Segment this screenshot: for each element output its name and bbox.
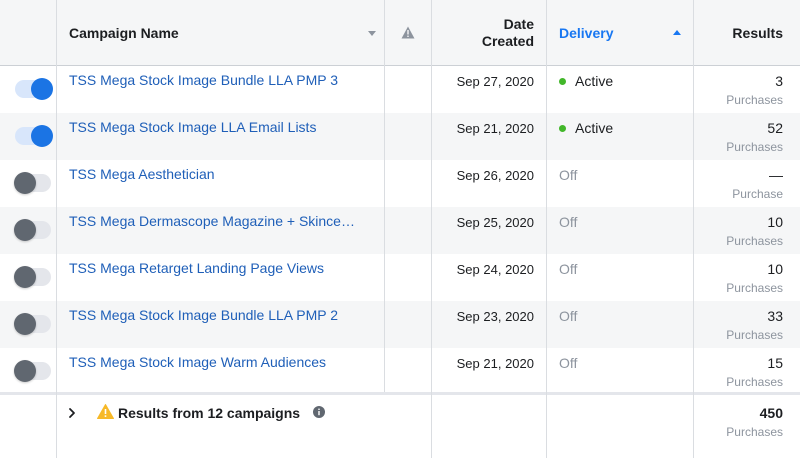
table-row[interactable]: TSS Mega Stock Image LLA Email Lists Sep… xyxy=(0,113,800,160)
table-row[interactable]: TSS Mega Stock Image Bundle LLA PMP 3 Se… xyxy=(0,66,800,113)
campaign-name-link[interactable]: TSS Mega Aesthetician xyxy=(69,166,215,182)
campaigns-table: Campaign Name Date Created Delivery Resu… xyxy=(0,0,800,458)
date-created: Sep 27, 2020 xyxy=(456,74,534,89)
date-created: Sep 21, 2020 xyxy=(456,121,534,136)
chevron-right-icon[interactable] xyxy=(66,407,78,419)
delivery-status: Off xyxy=(559,308,578,324)
delivery-status: Off xyxy=(559,214,578,230)
campaign-toggle[interactable] xyxy=(14,172,51,194)
date-created: Sep 23, 2020 xyxy=(456,309,534,324)
result-unit: Purchases xyxy=(726,328,783,342)
summary-row: Results from 12 campaigns 450 Purchases xyxy=(0,392,800,458)
campaign-toggle[interactable] xyxy=(14,219,51,241)
result-value: 52 xyxy=(767,120,783,136)
table-row[interactable]: TSS Mega Aesthetician Sep 26, 2020 Off —… xyxy=(0,160,800,207)
table-row[interactable]: TSS Mega Stock Image Warm Audiences Sep … xyxy=(0,348,800,395)
delivery-status: Off xyxy=(559,261,578,277)
summary-label: Results from 12 campaigns xyxy=(118,405,301,421)
campaign-toggle[interactable] xyxy=(15,78,53,100)
column-header-date-created[interactable]: Date Created xyxy=(432,0,534,66)
delivery-status: Off xyxy=(559,355,578,371)
delivery-status: Off xyxy=(559,167,578,183)
campaign-name-link[interactable]: TSS Mega Retarget Landing Page Views xyxy=(69,260,324,276)
campaign-name-link[interactable]: TSS Mega Stock Image Warm Audiences xyxy=(69,354,326,370)
result-value: 33 xyxy=(767,308,783,324)
result-value: 10 xyxy=(767,214,783,230)
toggle-knob xyxy=(14,219,36,241)
column-divider xyxy=(693,0,694,458)
result-unit: Purchases xyxy=(726,375,783,389)
delivery-status: Active xyxy=(559,120,613,136)
result-unit: Purchase xyxy=(732,187,783,201)
campaign-name-link[interactable]: TSS Mega Stock Image LLA Email Lists xyxy=(69,119,316,135)
table-header: Campaign Name Date Created Delivery Resu… xyxy=(0,0,800,66)
status-dot-icon xyxy=(559,124,566,132)
result-unit: Purchases xyxy=(726,140,783,154)
date-created: Sep 21, 2020 xyxy=(456,356,534,371)
result-value: — xyxy=(769,167,783,183)
campaign-toggle[interactable] xyxy=(14,360,51,382)
date-created: Sep 24, 2020 xyxy=(456,262,534,277)
sort-down-icon[interactable] xyxy=(368,31,376,36)
delivery-status: Active xyxy=(559,73,613,89)
campaign-toggle[interactable] xyxy=(15,125,53,147)
toggle-knob xyxy=(31,125,53,147)
summary-unit: Purchases xyxy=(726,425,783,439)
status-dot-icon xyxy=(559,77,566,85)
column-header-results[interactable]: Results xyxy=(695,0,783,66)
date-created: Sep 26, 2020 xyxy=(456,168,534,183)
toggle-knob xyxy=(31,78,53,100)
column-header-campaign-name[interactable]: Campaign Name xyxy=(69,0,179,66)
result-value: 10 xyxy=(767,261,783,277)
result-unit: Purchases xyxy=(726,234,783,248)
column-divider xyxy=(56,0,57,458)
result-value: 15 xyxy=(767,355,783,371)
summary-total: 450 xyxy=(759,405,783,421)
warning-icon[interactable] xyxy=(401,26,415,39)
toggle-knob xyxy=(14,266,36,288)
campaign-name-link[interactable]: TSS Mega Stock Image Bundle LLA PMP 3 xyxy=(69,72,338,88)
table-row[interactable]: TSS Mega Stock Image Bundle LLA PMP 2 Se… xyxy=(0,301,800,348)
column-header-delivery[interactable]: Delivery xyxy=(559,0,613,66)
sort-up-icon[interactable] xyxy=(673,30,681,35)
table-row[interactable]: TSS Mega Dermascope Magazine + Skince… S… xyxy=(0,207,800,254)
campaign-toggle[interactable] xyxy=(14,266,51,288)
toggle-knob xyxy=(14,172,36,194)
campaign-name-link[interactable]: TSS Mega Dermascope Magazine + Skince… xyxy=(69,213,355,229)
column-divider xyxy=(384,0,385,392)
date-created: Sep 25, 2020 xyxy=(456,215,534,230)
campaign-toggle[interactable] xyxy=(14,313,51,335)
result-value: 3 xyxy=(775,73,783,89)
result-unit: Purchases xyxy=(726,93,783,107)
toggle-knob xyxy=(14,313,36,335)
info-icon[interactable] xyxy=(313,406,325,418)
warning-icon xyxy=(97,404,114,419)
campaign-name-link[interactable]: TSS Mega Stock Image Bundle LLA PMP 2 xyxy=(69,307,338,323)
table-row[interactable]: TSS Mega Retarget Landing Page Views Sep… xyxy=(0,254,800,301)
toggle-knob xyxy=(14,360,36,382)
result-unit: Purchases xyxy=(726,281,783,295)
column-divider xyxy=(546,0,547,458)
column-divider xyxy=(431,0,432,458)
